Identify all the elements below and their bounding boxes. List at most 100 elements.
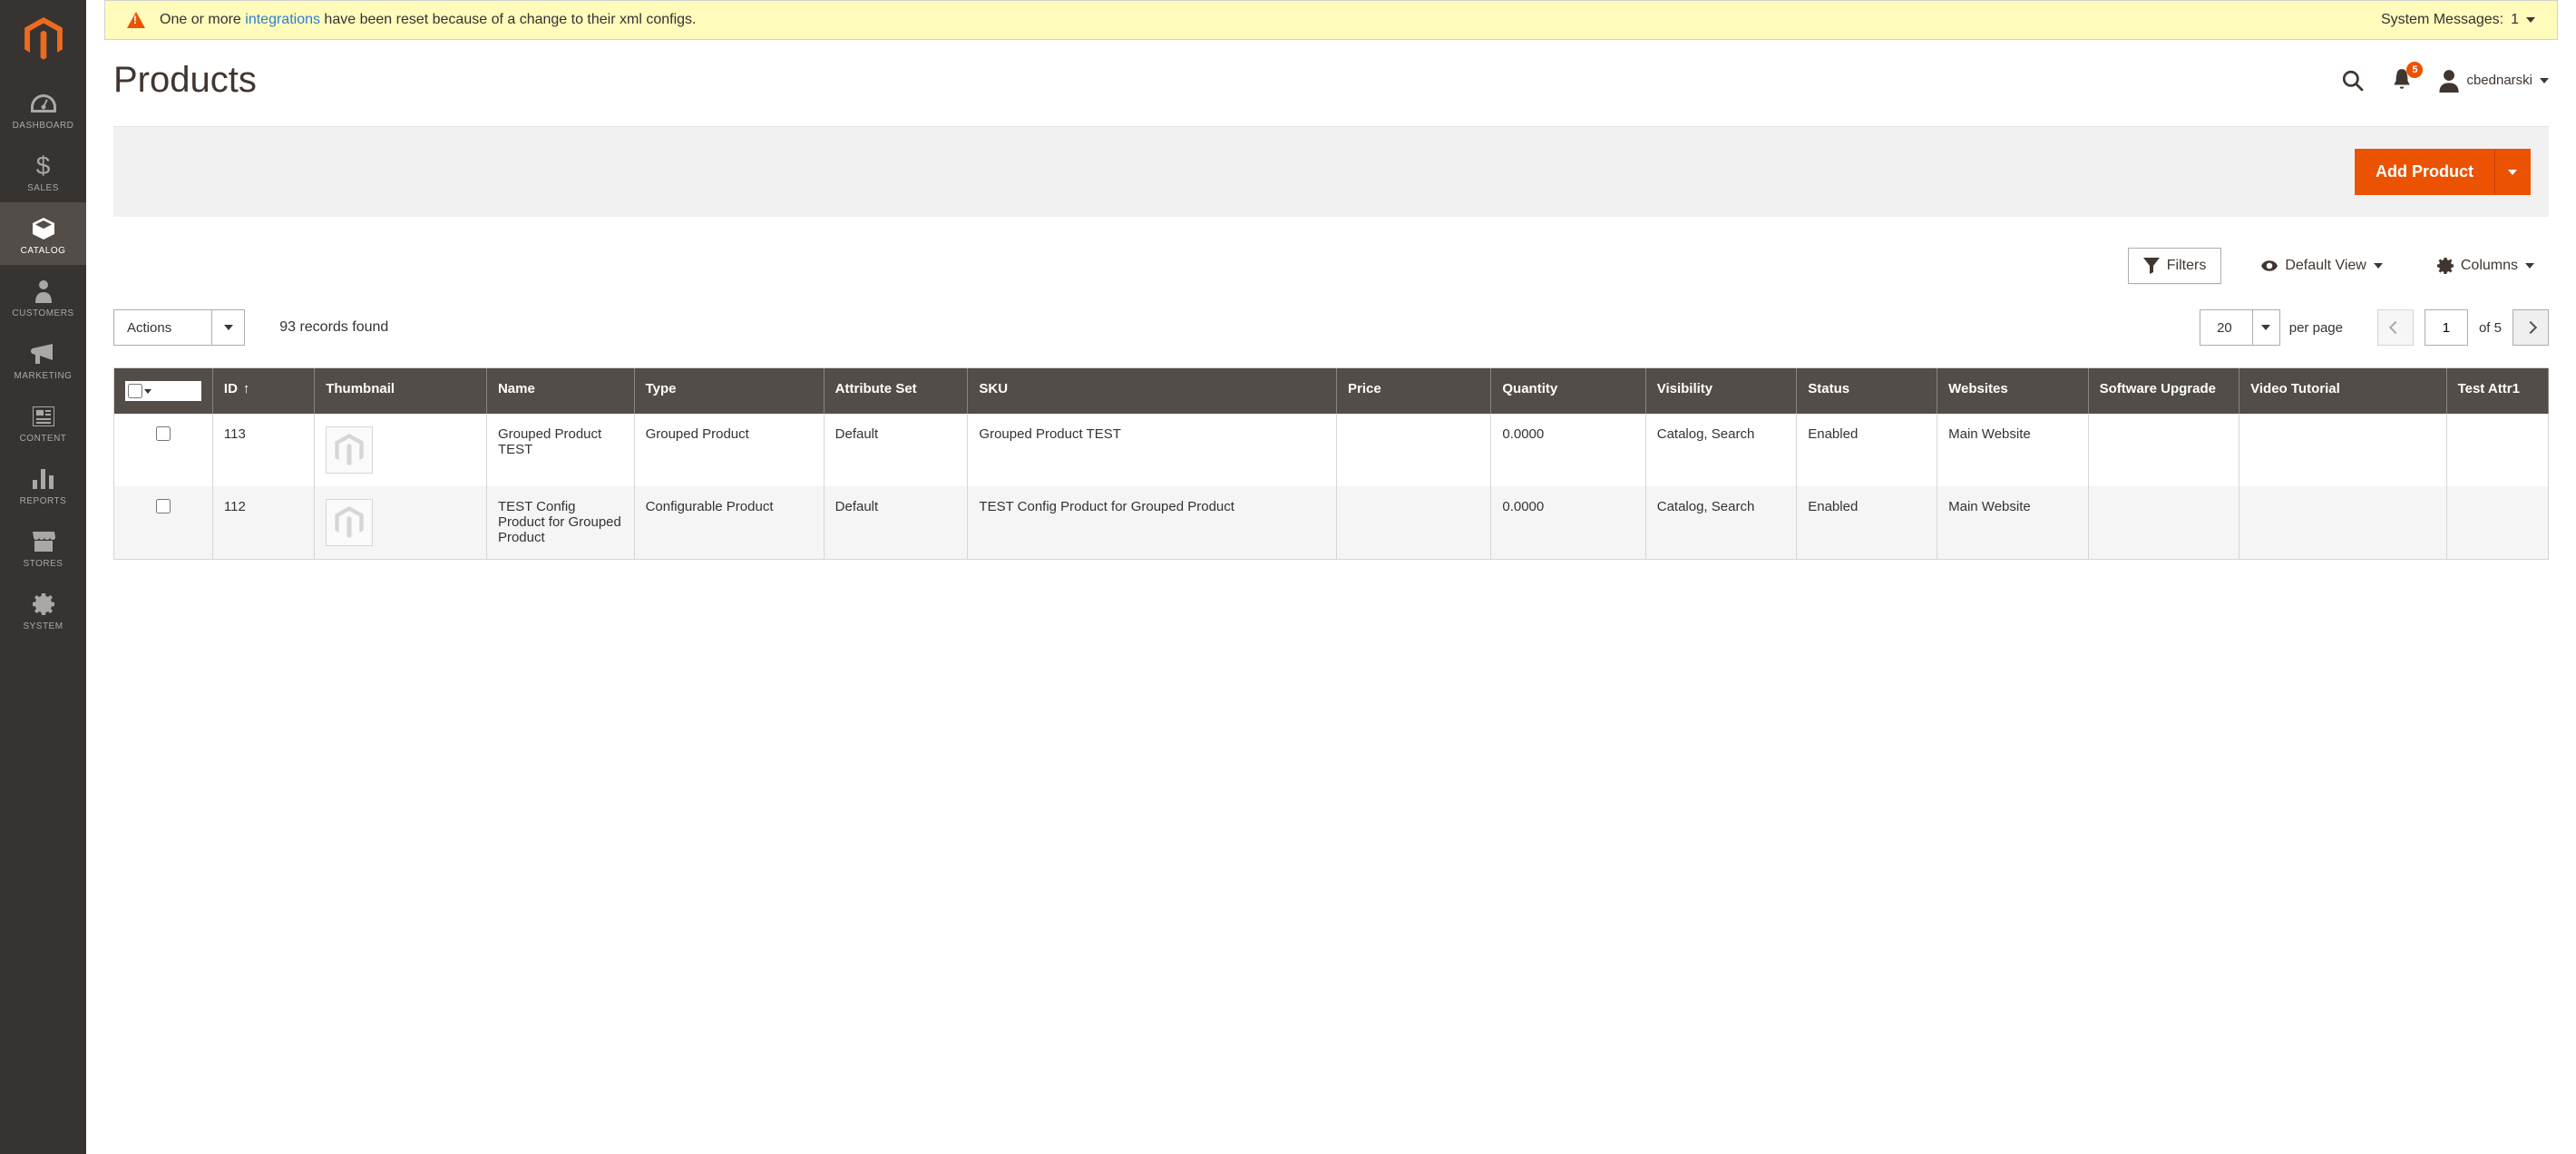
username: cbednarski [2466,73,2532,88]
chart-icon [33,465,54,493]
header-visibility[interactable]: Visibility [1645,368,1797,414]
cell-type: Grouped Product [634,414,824,486]
next-page-button[interactable] [2513,309,2549,346]
magento-logo[interactable] [0,0,86,77]
gauge-icon [31,90,56,117]
cell-attribute-set: Default [824,414,968,486]
grid-toolbar: Filters Default View Columns [113,248,2549,284]
page-input[interactable] [2425,309,2468,346]
select-all-checkbox[interactable] [128,384,142,398]
thumbnail-placeholder [326,499,373,546]
integrations-link[interactable]: integrations [245,12,320,27]
cell-attribute-set: Default [824,486,968,559]
eye-icon [2261,258,2278,274]
add-product-button[interactable]: Add Product [2355,149,2494,195]
cube-icon [32,215,55,242]
page-icon [33,403,54,430]
filters-button[interactable]: Filters [2128,248,2222,284]
add-product-dropdown[interactable] [2494,149,2531,195]
header-websites[interactable]: Websites [1937,368,2089,414]
person-icon [35,278,52,305]
sidebar-item-dashboard[interactable]: DASHBOARD [0,77,86,140]
prev-page-button[interactable] [2377,309,2414,346]
cell-video-tutorial [2239,486,2446,559]
header-software-upgrade[interactable]: Software Upgrade [2088,368,2239,414]
row-checkbox[interactable] [156,499,171,513]
header-video-tutorial[interactable]: Video Tutorial [2239,368,2446,414]
gear-icon [2437,258,2454,274]
cell-websites: Main Website [1937,414,2089,486]
sidebar-item-sales[interactable]: $ SALES [0,140,86,202]
cell-price [1336,486,1490,559]
grid-controls: Actions 93 records found 20 per page of … [113,309,2549,346]
cell-name: Grouped Product TEST [486,414,634,486]
cell-name: TEST Config Product for Grouped Product [486,486,634,559]
cell-visibility: Catalog, Search [1645,414,1797,486]
bullhorn-icon [31,340,56,367]
action-bar: Add Product [113,126,2549,217]
search-icon[interactable] [2341,69,2365,93]
caret-down-icon [144,389,151,394]
sidebar-item-reports[interactable]: REPORTS [0,453,86,515]
main-content: One or more integrations have been reset… [86,0,2576,1154]
cell-id: 112 [212,486,314,559]
cell-software-upgrade [2088,414,2239,486]
caret-down-icon [2525,263,2534,269]
of-pages-label: of 5 [2479,320,2502,336]
columns-button[interactable]: Columns [2423,249,2549,283]
cell-video-tutorial [2239,414,2446,486]
warning-icon [127,12,145,28]
cell-sku: Grouped Product TEST [968,414,1337,486]
header-thumbnail[interactable]: Thumbnail [315,368,487,414]
system-messages-toggle[interactable]: System Messages: 1 [2381,12,2535,28]
sort-asc-icon: ↑ [243,381,250,396]
sidebar-item-customers[interactable]: CUSTOMERS [0,265,86,328]
sidebar-item-catalog[interactable]: CATALOG [0,202,86,265]
header-name[interactable]: Name [486,368,634,414]
system-message-banner: One or more integrations have been reset… [104,0,2558,40]
cell-quantity: 0.0000 [1491,414,1645,486]
sidebar-item-stores[interactable]: STORES [0,515,86,578]
sidebar-item-content[interactable]: CONTENT [0,390,86,453]
caret-down-icon [2540,78,2549,83]
sidebar-item-marketing[interactable]: MARKETING [0,328,86,390]
user-icon [2439,69,2459,93]
chevron-left-icon [2389,321,2402,334]
header-test-attr1[interactable]: Test Attr1 [2446,368,2548,414]
cell-status: Enabled [1797,414,1937,486]
caret-down-icon [211,310,244,345]
header-select-all[interactable] [114,368,212,414]
cell-test-attr1 [2446,486,2548,559]
records-found-label: 93 records found [279,319,388,336]
products-grid: ID↑ Thumbnail Name Type Attribute Set SK… [113,367,2549,560]
cell-thumbnail [315,414,487,486]
cell-visibility: Catalog, Search [1645,486,1797,559]
notifications-badge: 5 [2406,62,2423,78]
cell-type: Configurable Product [634,486,824,559]
header-actions: 5 cbednarski [2341,67,2549,93]
thumbnail-placeholder [326,426,373,474]
store-icon [32,528,55,555]
header-id[interactable]: ID↑ [212,368,314,414]
table-row[interactable]: 113Grouped Product TESTGrouped ProductDe… [114,414,2549,486]
cell-sku: TEST Config Product for Grouped Product [968,486,1337,559]
table-row[interactable]: 112 TEST Config Product for Grouped Produ… [114,486,2549,559]
caret-down-icon [2526,17,2535,23]
header-price[interactable]: Price [1336,368,1490,414]
per-page-dropdown[interactable]: 20 [2200,309,2280,346]
default-view-button[interactable]: Default View [2247,249,2397,283]
header-type[interactable]: Type [634,368,824,414]
user-menu[interactable]: cbednarski [2439,69,2549,93]
pager: of 5 [2377,309,2549,346]
notifications-button[interactable]: 5 [2390,67,2414,93]
cell-quantity: 0.0000 [1491,486,1645,559]
sidebar-item-system[interactable]: SYSTEM [0,578,86,641]
mass-actions-dropdown[interactable]: Actions [113,309,245,346]
admin-sidebar: DASHBOARD $ SALES CATALOG CUSTOMERS MARK… [0,0,86,1154]
row-checkbox[interactable] [156,426,171,441]
cell-price [1336,414,1490,486]
header-status[interactable]: Status [1797,368,1937,414]
header-sku[interactable]: SKU [968,368,1337,414]
header-attribute-set[interactable]: Attribute Set [824,368,968,414]
header-quantity[interactable]: Quantity [1491,368,1645,414]
